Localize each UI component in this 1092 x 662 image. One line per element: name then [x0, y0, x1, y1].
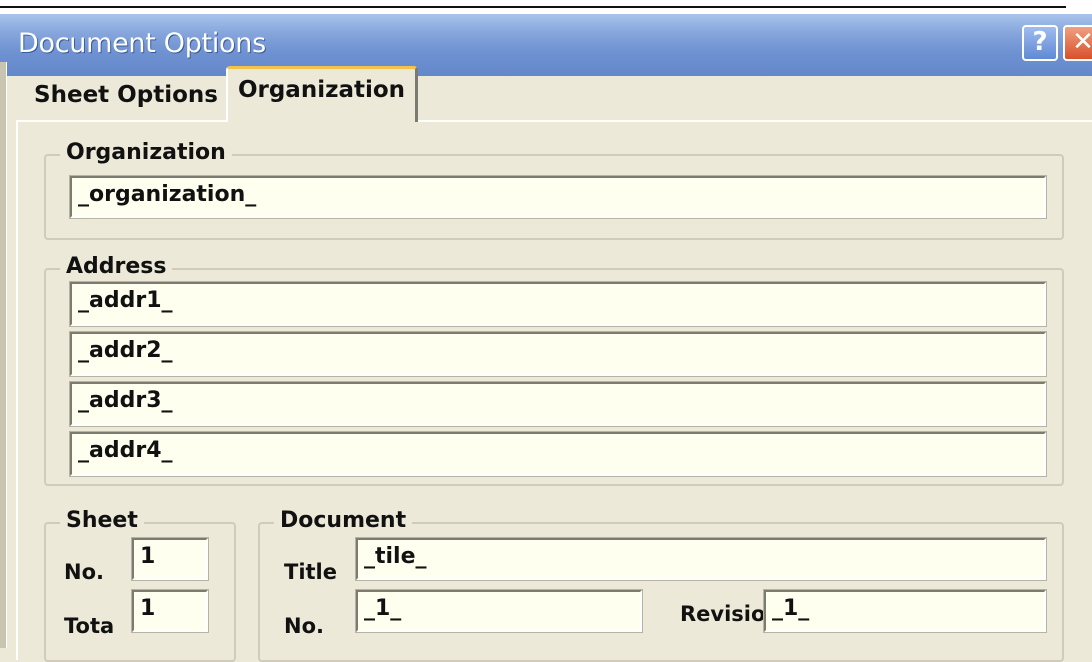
address-group-label: Address — [60, 254, 173, 279]
tab-sheet-options[interactable]: Sheet Options — [28, 72, 224, 118]
close-button[interactable]: ✕ — [1063, 25, 1092, 61]
sheet-total-input[interactable]: 1 — [131, 589, 209, 633]
document-title-input[interactable]: _tile_ — [355, 537, 1047, 581]
tab-sheet-options-label: Sheet Options — [34, 82, 218, 108]
address-line-2-input[interactable]: _addr2_ — [69, 331, 1047, 377]
address-line-1-input[interactable]: _addr1_ — [69, 281, 1047, 327]
help-button[interactable]: ? — [1022, 25, 1058, 61]
title-bar[interactable]: Document Options ? ✕ — [0, 14, 1092, 76]
organization-input[interactable]: _organization_ — [69, 175, 1047, 219]
document-group-label: Document — [274, 508, 413, 533]
organization-group-label: Organization — [60, 140, 232, 165]
document-title-label: Title — [284, 560, 338, 584]
sheet-no-input[interactable]: 1 — [131, 537, 209, 581]
tab-organization[interactable]: Organization — [226, 66, 418, 122]
address-line-3-input[interactable]: _addr3_ — [69, 381, 1047, 427]
window-title: Document Options — [18, 28, 266, 59]
window-left-border — [0, 62, 7, 648]
document-revision-input[interactable]: _1_ — [763, 589, 1047, 633]
document-no-label: No. — [284, 614, 324, 638]
sheet-total-label: Tota — [64, 614, 115, 638]
close-icon: ✕ — [1072, 27, 1092, 57]
document-no-input[interactable]: _1_ — [355, 589, 643, 633]
address-line-4-input[interactable]: _addr4_ — [69, 431, 1047, 477]
sheet-no-label: No. — [64, 560, 104, 584]
page-top-rule — [0, 6, 1066, 8]
sheet-group-label: Sheet — [60, 508, 144, 533]
document-revision-label: Revisio — [680, 602, 766, 626]
tab-organization-label: Organization — [237, 77, 406, 103]
help-icon: ? — [1032, 27, 1048, 57]
